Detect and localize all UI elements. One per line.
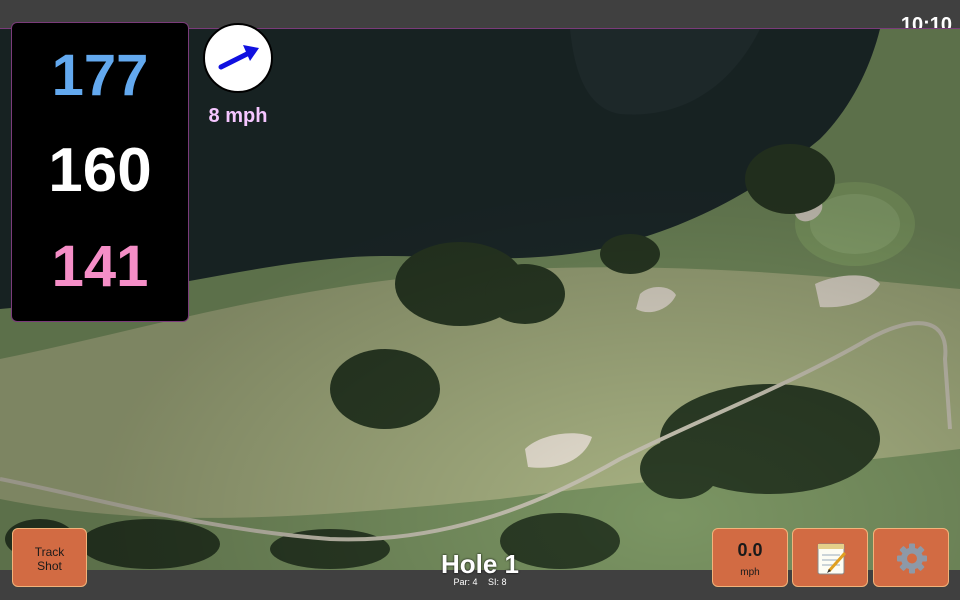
notepad-icon [817,543,847,575]
distance-panel: 177 160 141 [11,22,189,322]
hole-title: Hole 1 [440,549,520,579]
hole-par: Par: 4 [453,577,478,587]
wind-speed-label: 8 mph [208,105,268,127]
wind-unit: mph [740,567,760,578]
wind-value: 0.0 [737,540,763,560]
track-shot-label-line2: Shot [37,559,62,573]
notes-button[interactable] [792,528,868,587]
arrow-icon [218,45,259,70]
gear-icon [897,543,927,574]
settings-button[interactable] [873,528,949,587]
wind-direction-indicator [203,23,273,93]
hole-info: Par: 4 SI: 8 [380,577,580,587]
hole-si: SI: 8 [488,577,507,587]
back-distance: 177 [51,43,149,108]
track-shot-button[interactable]: Track Shot [12,528,87,587]
center-distance: 160 [48,136,152,205]
track-shot-label-line1: Track [34,545,65,559]
front-distance: 141 [51,234,149,299]
wind-button[interactable]: 0.0 mph [712,528,788,587]
